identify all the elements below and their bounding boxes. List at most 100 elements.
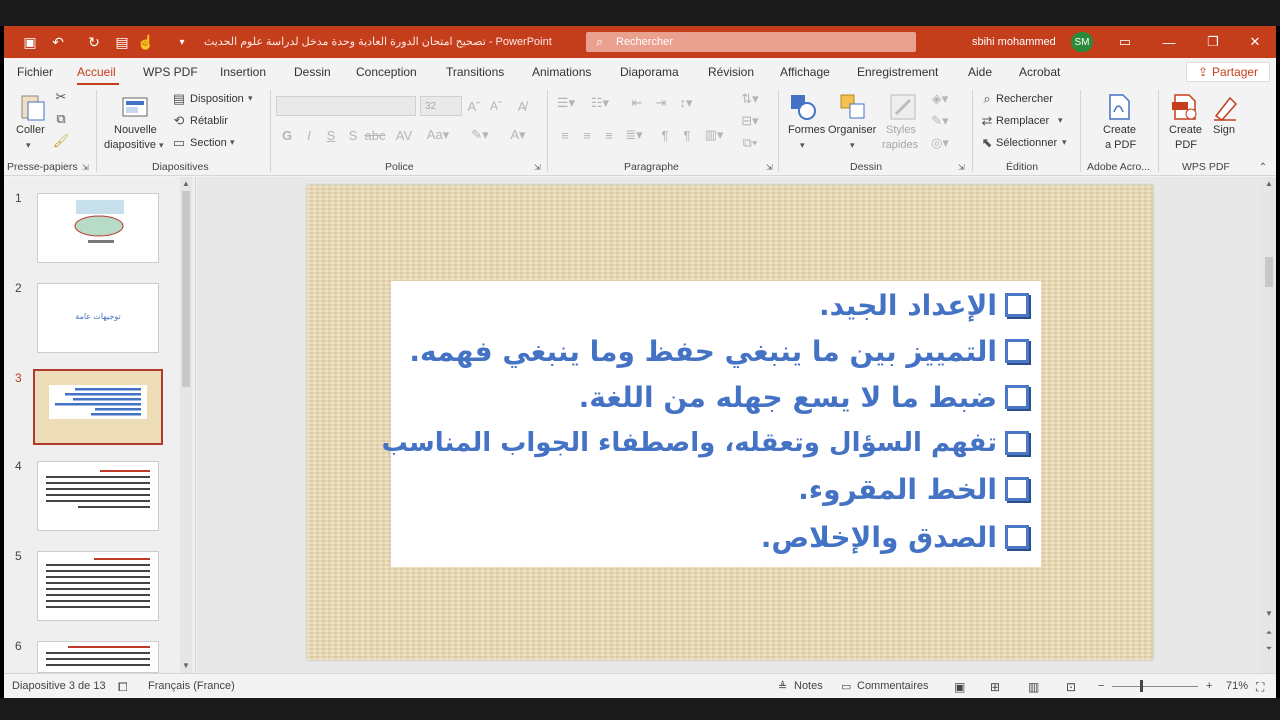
section-icon[interactable]: ▭ (172, 135, 186, 150)
select-icon[interactable]: ⬉ (980, 135, 994, 150)
editor-scrollbar-thumb[interactable] (1265, 257, 1273, 287)
tab-wps-pdf[interactable]: WPS PDF (143, 65, 198, 79)
align-text-icon[interactable]: ⊟▾ (740, 113, 760, 128)
tab-accueil[interactable]: Accueil (77, 65, 116, 79)
save-icon[interactable]: ▣ (20, 32, 40, 52)
ltr-icon[interactable]: ¶ (658, 128, 672, 143)
thumbnail-scrollbar[interactable]: ▲ ▼ (180, 177, 192, 673)
language-label[interactable]: Français (France) (148, 680, 235, 692)
shapes-icon[interactable] (788, 92, 818, 122)
copy-icon[interactable]: ⧉ (54, 111, 68, 126)
new-slide-label-2[interactable]: diapositive (104, 139, 156, 151)
tab-insertion[interactable]: Insertion (220, 65, 266, 79)
new-slide-dropdown-icon[interactable]: ▾ (159, 140, 164, 151)
text-direction-icon[interactable]: ⇅▾ (740, 91, 760, 106)
tab-animations[interactable]: Animations (532, 65, 591, 79)
tab-revision[interactable]: Révision (708, 65, 754, 79)
slide-thumbnail-3[interactable] (33, 369, 163, 445)
shapes-label[interactable]: Formes (788, 124, 825, 136)
adobe-create-pdf-icon[interactable] (1104, 92, 1134, 122)
next-slide-icon[interactable]: ⏷ (1263, 643, 1275, 655)
avatar[interactable]: SM (1071, 32, 1093, 52)
collapse-ribbon-icon[interactable]: ⌃ (1256, 160, 1270, 174)
slide-thumbnail-6[interactable] (37, 641, 159, 673)
layout-label[interactable]: Disposition (190, 93, 244, 105)
quick-styles-label-2[interactable]: rapides (882, 139, 918, 151)
font-size-combo[interactable]: 32 (420, 96, 462, 116)
paste-label[interactable]: Coller (16, 124, 45, 136)
comments-button[interactable]: Commentaires (857, 680, 929, 692)
tab-dessin[interactable]: Dessin (294, 65, 331, 79)
zoom-level[interactable]: 71% (1226, 680, 1248, 692)
touch-mode-icon[interactable]: ☝ (136, 32, 156, 52)
reset-icon[interactable]: ⟲ (172, 113, 186, 128)
spellcheck-icon[interactable]: ⧠ (118, 680, 128, 695)
tab-diaporama[interactable]: Diaporama (620, 65, 679, 79)
bullet-item[interactable]: الإعداد الجيد. (819, 283, 1029, 327)
decrease-font-icon[interactable]: Aˇ (488, 98, 504, 114)
zoom-slider[interactable] (1112, 686, 1198, 687)
scroll-up-icon[interactable]: ▲ (1263, 177, 1275, 189)
shape-effects-icon[interactable]: ◎▾ (930, 135, 950, 150)
tab-enregistrement[interactable]: Enregistrement (857, 65, 938, 79)
bullet-item[interactable]: التمييز بين ما ينبغي حفظ وما ينبغي فهمه. (409, 329, 1029, 373)
increase-font-icon[interactable]: Aˆ (466, 98, 482, 114)
reset-label[interactable]: Rétablir (190, 115, 228, 127)
fit-slide-icon[interactable]: ⛶ (1256, 680, 1264, 695)
font-color-icon[interactable]: A▾ (508, 127, 528, 142)
search-input[interactable]: ⌕ Rechercher (586, 32, 916, 52)
close-icon[interactable]: ✕ (1242, 32, 1268, 52)
select-dropdown-icon[interactable]: ▾ (1062, 137, 1067, 148)
undo-icon[interactable]: ↶ (48, 32, 68, 52)
slide-thumbnail-2[interactable]: توجيهات عامة (37, 283, 159, 353)
cut-icon[interactable]: ✂ (54, 89, 68, 104)
tab-conception[interactable]: Conception (356, 65, 417, 79)
clipboard-launcher-icon[interactable]: ⇲ (82, 163, 89, 172)
highlight-icon[interactable]: ✎▾ (470, 127, 490, 142)
bold-icon[interactable]: G (280, 128, 294, 143)
bullet-item[interactable]: الصدق والإخلاص. (761, 515, 1029, 559)
user-name[interactable]: sbihi mohammed (972, 36, 1056, 48)
slide-thumbnail-1[interactable] (37, 193, 159, 263)
scroll-up-icon[interactable]: ▲ (180, 177, 192, 189)
notes-button[interactable]: Notes (794, 680, 823, 692)
paragraph-launcher-icon[interactable]: ⇲ (766, 163, 773, 172)
wps-sign-icon[interactable] (1210, 92, 1240, 122)
font-launcher-icon[interactable]: ⇲ (534, 163, 541, 172)
tab-aide[interactable]: Aide (968, 65, 992, 79)
wps-create-label-2[interactable]: PDF (1175, 139, 1197, 151)
replace-label[interactable]: Remplacer (996, 115, 1049, 127)
replace-icon[interactable]: ⇄ (980, 113, 994, 128)
section-label[interactable]: Section (190, 137, 227, 149)
zoom-in-icon[interactable]: + (1206, 680, 1212, 692)
zoom-slider-thumb[interactable] (1140, 680, 1143, 692)
bullet-item[interactable]: تفهم السؤال وتعقله، واصطفاء الجواب المنا… (382, 421, 1029, 465)
bullet-item[interactable]: الخط المقروء. (798, 467, 1029, 511)
font-name-combo[interactable] (276, 96, 416, 116)
editor-scrollbar[interactable]: ▲ ▼ ⏶ ⏷ (1262, 177, 1276, 673)
ribbon-display-icon[interactable]: ▭ (1112, 32, 1138, 52)
tab-acrobat[interactable]: Acrobat (1019, 65, 1060, 79)
slide-thumbnail-5[interactable] (37, 551, 159, 621)
strikethrough-icon[interactable]: abc (365, 128, 386, 143)
wps-create-label-1[interactable]: Create (1169, 124, 1202, 136)
arrange-label[interactable]: Organiser (828, 124, 876, 136)
adobe-create-label-2[interactable]: a PDF (1105, 139, 1136, 151)
quick-styles-label-1[interactable]: Styles (886, 124, 916, 136)
paste-dropdown-icon[interactable]: ▾ (26, 140, 31, 151)
bullet-item[interactable]: ضبط ما لا يسع جهله من اللغة. (579, 375, 1029, 419)
underline-icon[interactable]: S (324, 128, 338, 143)
align-left-icon[interactable]: ≡ (558, 128, 572, 143)
wps-sign-label[interactable]: Sign (1213, 124, 1235, 136)
restore-icon[interactable]: ❐ (1200, 32, 1226, 52)
arrange-dropdown-icon[interactable]: ▾ (850, 140, 855, 151)
thumbnail-scrollbar-thumb[interactable] (182, 191, 190, 387)
present-icon[interactable]: ▤ (112, 32, 132, 52)
previous-slide-icon[interactable]: ⏶ (1263, 627, 1275, 639)
share-button[interactable]: ⇪ Partager (1186, 62, 1270, 82)
rtl-icon[interactable]: ¶ (680, 128, 694, 143)
find-icon[interactable]: ⌕ (980, 91, 994, 106)
reading-view-icon[interactable]: ▥ (1028, 680, 1039, 694)
format-painter-icon[interactable]: 🖌 (53, 133, 70, 148)
comments-icon[interactable]: ▭ (841, 680, 851, 693)
